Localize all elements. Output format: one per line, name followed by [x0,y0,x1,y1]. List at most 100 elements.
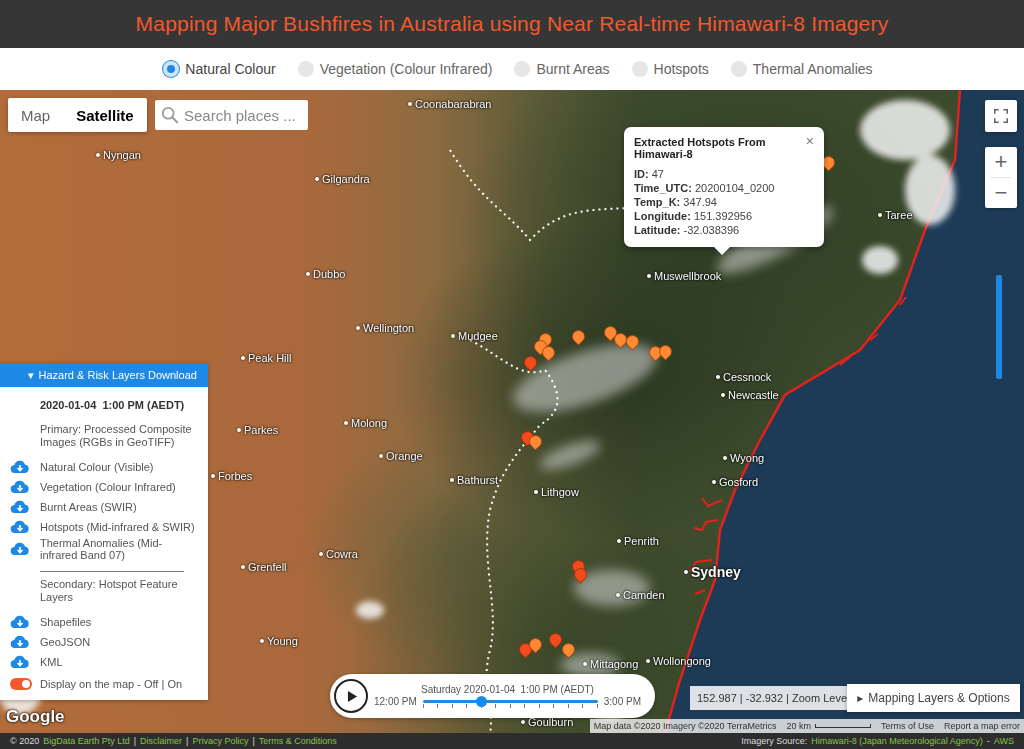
place-label[interactable]: Grenfell [241,561,287,573]
download-panel-header[interactable]: ▾Hazard & Risk Layers Download [0,363,208,387]
search-placeholder: Search places ... [184,107,296,124]
opacity-slider[interactable] [996,275,1002,379]
place-label[interactable]: Wyong [723,452,764,464]
download-item[interactable]: Burnt Areas (SWIR) [10,497,198,517]
footer-text: | [252,736,254,746]
place-label[interactable]: Newcastle [721,389,779,401]
terms-link[interactable]: Terms of Use [881,721,934,731]
layer-tab[interactable]: Burnt Areas [514,61,609,77]
place-dot-icon [878,213,882,217]
display-toggle[interactable]: Display on the map - Off | On [10,678,198,690]
download-datetime: 2020-01-04 1:00 PM (AEDT) [40,399,198,411]
radio-button[interactable] [632,61,648,77]
place-label[interactable]: Cessnock [716,371,771,383]
zoom-out-button[interactable]: − [985,178,1017,208]
place-label[interactable]: Penrith [617,535,659,547]
place-dot-icon [521,720,525,724]
place-label[interactable]: Gilgandra [315,173,370,185]
footer-link[interactable]: Himawari-8 (Japan Meteorological Agency) [811,736,983,746]
place-label[interactable]: Cowra [319,548,358,560]
place-dot-icon [306,272,310,276]
place-label[interactable]: Mittagong [583,658,638,670]
map-type-button[interactable]: Satellite [63,98,147,132]
fullscreen-icon [994,109,1008,123]
place-label[interactable]: Taree [878,209,913,221]
download-item[interactable]: Vegetation (Colour Infrared) [10,477,198,497]
place-label[interactable]: Camden [616,589,665,601]
place-label[interactable]: Muswellbrook [647,270,721,282]
google-logo[interactable]: Google [6,707,65,727]
map-type-button[interactable]: Map [8,98,63,132]
ocean [665,90,1024,733]
download-item[interactable]: Hotspots (Mid-infrared & SWIR) [10,517,198,537]
timeline-track[interactable] [423,695,598,709]
layer-tab[interactable]: Hotspots [632,61,709,77]
map[interactable]: Coonabarabran Nyngan Gilgandra Dubbo Taree Mu… [0,90,1024,733]
radio-button[interactable] [731,61,747,77]
layer-tab[interactable]: Thermal Anomalies [731,61,873,77]
place-label[interactable]: Young [260,635,298,647]
place-label[interactable]: Wellington [356,322,414,334]
fullscreen-button[interactable] [985,100,1017,132]
footer-link[interactable]: Terms & Conditions [259,736,337,746]
download-item[interactable]: Natural Colour (Visible) [10,457,198,477]
toggle-switch[interactable] [10,678,32,690]
footer-link[interactable]: BigData Earth Pty Ltd [43,736,130,746]
footer: © 2020BigData Earth Pty Ltd|Disclaimer|P… [0,733,1024,749]
timeline-knob[interactable] [476,696,487,707]
download-item[interactable]: Shapefiles [10,612,198,632]
download-heading: Primary: Processed Composite Images (RGB… [40,423,198,449]
search-box[interactable]: Search places ... [155,100,308,130]
place-dot-icon [237,428,241,432]
place-label[interactable]: Mudgee [451,330,498,342]
place-dot-icon [450,478,454,482]
timeline-start: 12:00 PM [374,696,417,707]
mapping-layers-button[interactable]: ▸Mapping Layers & Options [847,684,1020,712]
place-dot-icon [356,326,360,330]
place-label[interactable]: Nyngan [96,149,141,161]
radio-button[interactable] [514,61,530,77]
download-item[interactable]: KML [10,652,198,672]
close-button[interactable]: × [806,136,814,146]
radio-button[interactable] [163,61,179,77]
place-label[interactable]: Parkes [237,424,278,436]
layer-tab[interactable]: Natural Colour [163,61,275,77]
place-dot-icon [319,552,323,556]
footer-link[interactable]: Disclaimer [140,736,182,746]
hotspot-marker-icon[interactable] [569,327,587,345]
place-label[interactable]: Lithgow [534,486,579,498]
radio-button[interactable] [298,61,314,77]
download-heading: Secondary: Hotspot Feature Layers [40,578,198,604]
zoom-in-button[interactable]: + [985,147,1017,177]
place-label[interactable]: Coonabarabran [408,98,491,110]
place-dot-icon [96,153,100,157]
place-dot-icon [712,480,716,484]
place-label[interactable]: Bathurst [450,474,498,486]
footer-text: © 2020 [10,736,39,746]
magnifier-icon [161,106,179,124]
cloud-download-icon [10,500,30,514]
download-item[interactable]: Thermal Anomalies (Mid-infrared Band 07) [10,537,198,561]
place-label[interactable]: Wollongong [646,655,711,667]
zoom-control: +− [985,147,1017,208]
hotspot-marker-icon[interactable] [521,353,539,371]
footer-link[interactable]: Privacy Policy [192,736,248,746]
footer-link[interactable]: AWS [994,736,1014,746]
download-item[interactable]: GeoJSON [10,632,198,652]
place-dot-icon [646,659,650,663]
report-link[interactable]: Report a map error [944,721,1020,731]
place-label[interactable]: Gosford [712,476,758,488]
place-label[interactable]: Dubbo [306,268,345,280]
place-label[interactable]: Forbes [211,470,252,482]
place-label[interactable]: Peak Hill [241,352,291,364]
download-panel: ▾Hazard & Risk Layers Download 2020-01-04… [0,363,208,700]
layer-tab[interactable]: Vegetation (Colour Infrared) [298,61,493,77]
place-label[interactable]: Orange [379,450,423,462]
place-label[interactable]: Molong [344,417,387,429]
play-button[interactable] [334,679,368,713]
timeline: Saturday 2020-01-04 1:00 PM (AEDT)12:00 … [330,674,655,718]
place-label[interactable]: Sydney [684,564,741,580]
map-type-control: MapSatellite [8,98,147,132]
scale-bar[interactable]: 20 km [786,721,871,731]
cloud-download-icon [10,480,30,494]
